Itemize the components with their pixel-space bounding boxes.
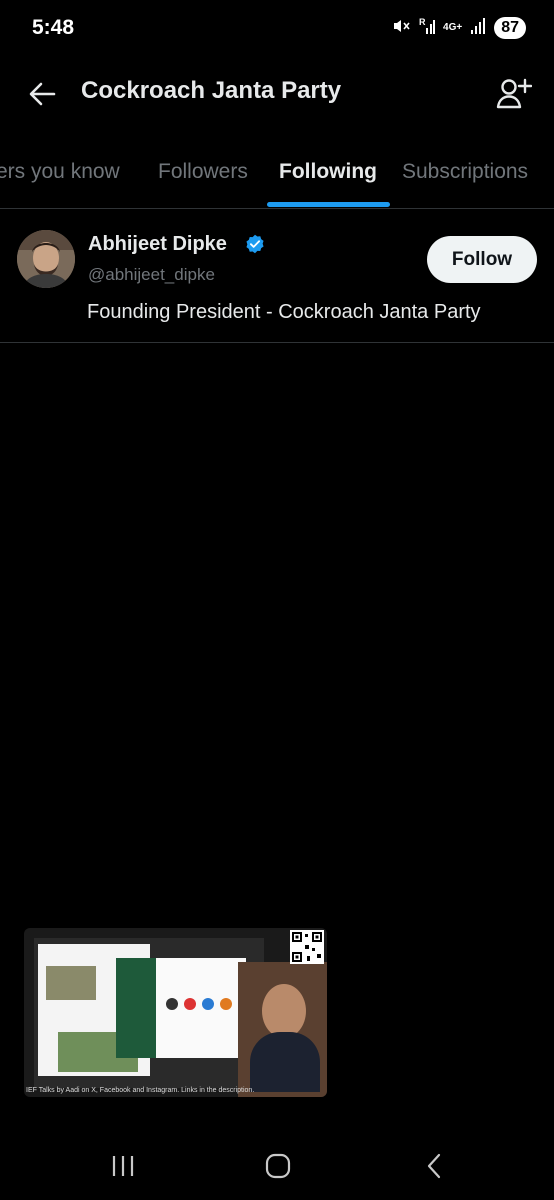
home-icon [265, 1153, 291, 1179]
mute-icon [391, 16, 411, 39]
recents-icon [112, 1156, 134, 1176]
back-nav-button[interactable] [414, 1150, 454, 1182]
status-bar: 5:48 R 4G+ 87 [0, 0, 554, 58]
follow-button[interactable]: Follow [427, 236, 537, 283]
network-type: 4G+ [443, 21, 463, 33]
verified-badge-icon [246, 234, 264, 254]
video-overlay[interactable]: IEF Talks by Aadi on X, Facebook and Ins… [24, 928, 327, 1097]
tab-subscriptions[interactable]: Subscriptions [402, 160, 528, 184]
qr-code-icon [290, 930, 324, 964]
user-handle: @abhijeet_dipke [88, 265, 215, 284]
active-tab-indicator [267, 202, 390, 207]
arrow-left-icon [29, 82, 56, 106]
status-time: 5:48 [32, 16, 75, 39]
video-presenter-face [262, 984, 306, 1038]
avatar[interactable] [17, 230, 75, 288]
user-list-item[interactable]: Abhijeet Dipke @abhijeet_dipke Founding … [0, 209, 554, 343]
user-bio: Founding President - Cockroach Janta Par… [87, 301, 481, 323]
top-app-bar: Cockroach Janta Party [0, 58, 554, 128]
tab-bar: ers you know Followers Following Subscri… [0, 138, 554, 209]
svg-text:R: R [419, 17, 426, 27]
tab-followers-you-know[interactable]: ers you know [0, 160, 120, 184]
system-nav-bar [0, 1132, 554, 1200]
recents-button[interactable] [103, 1150, 143, 1182]
back-button[interactable] [22, 74, 62, 114]
add-user-icon [496, 78, 532, 109]
page-title: Cockroach Janta Party [81, 77, 342, 104]
tab-followers[interactable]: Followers [158, 160, 248, 184]
home-button[interactable] [258, 1150, 298, 1182]
signal-r-icon: R [419, 16, 436, 39]
signal-icon [470, 16, 486, 39]
user-name: Abhijeet Dipke [88, 233, 227, 255]
tab-following[interactable]: Following [279, 160, 377, 184]
video-presenter-body [250, 1032, 320, 1092]
battery-level: 87 [494, 16, 526, 39]
chevron-left-icon [427, 1153, 441, 1179]
video-caption: IEF Talks by Aadi on X, Facebook and Ins… [26, 1087, 255, 1094]
video-slide-thumbnail [116, 958, 246, 1058]
add-user-button[interactable] [492, 72, 536, 116]
status-icons: R 4G+ 87 [391, 16, 526, 39]
